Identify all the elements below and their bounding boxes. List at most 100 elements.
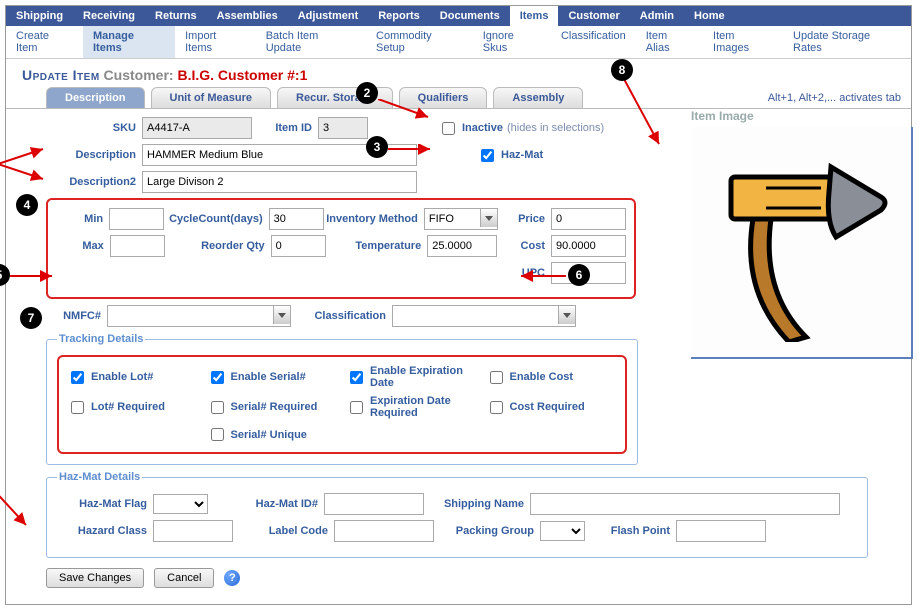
cost-input[interactable] xyxy=(551,235,626,257)
tracking-details-fieldset: Tracking Details Enable Lot# Enable Seri… xyxy=(46,333,638,465)
tab-unit-of-measure[interactable]: Unit of Measure xyxy=(151,87,272,108)
callout-2: 2 xyxy=(356,82,378,104)
subnav-item-images[interactable]: Item Images xyxy=(703,26,783,58)
topnav-adjustment[interactable]: Adjustment xyxy=(288,6,369,26)
cancel-button[interactable]: Cancel xyxy=(154,568,214,588)
chevron-down-icon[interactable] xyxy=(558,306,575,324)
lot-required-checkbox[interactable]: Lot# Required xyxy=(67,395,199,419)
subnav-update-storage-rates[interactable]: Update Storage Rates xyxy=(783,26,911,58)
topnav-documents[interactable]: Documents xyxy=(430,6,510,26)
top-nav: ShippingReceivingReturnsAssembliesAdjust… xyxy=(6,6,911,26)
hazmat-packing-label: Packing Group xyxy=(434,525,540,537)
hazmat-checkbox-input[interactable] xyxy=(481,149,494,162)
chevron-down-icon[interactable] xyxy=(480,209,497,227)
hazmat-details-fieldset: Haz-Mat Details Haz-Mat Flag Haz-Mat ID#… xyxy=(46,471,868,558)
subnav-classification[interactable]: Classification xyxy=(551,26,636,58)
callout-4: 4 xyxy=(16,194,38,216)
description2-label: Description2 xyxy=(46,176,142,188)
serial-required-checkbox[interactable]: Serial# Required xyxy=(207,395,339,419)
topnav-reports[interactable]: Reports xyxy=(368,6,430,26)
hazmat-flag-select[interactable] xyxy=(153,494,208,514)
nmfc-input[interactable] xyxy=(107,305,291,327)
topnav-returns[interactable]: Returns xyxy=(145,6,207,26)
topnav-admin[interactable]: Admin xyxy=(630,6,684,26)
page-title-main: Update Item xyxy=(22,67,100,83)
hazmat-id-input[interactable] xyxy=(324,493,424,515)
nmfc-dropdown[interactable] xyxy=(107,305,291,327)
topnav-home[interactable]: Home xyxy=(684,6,735,26)
itemid-input[interactable] xyxy=(318,117,368,139)
callout-5: 5 xyxy=(0,264,10,286)
item-image-slot[interactable] xyxy=(691,127,913,359)
item-image-title: Item Image xyxy=(691,109,911,123)
subnav-commodity-setup[interactable]: Commodity Setup xyxy=(366,26,473,58)
callout-8: 8 xyxy=(611,59,633,81)
enable-lot-checkbox[interactable]: Enable Lot# xyxy=(67,365,199,389)
classification-dropdown[interactable] xyxy=(392,305,576,327)
tab-bar: DescriptionUnit of MeasureRecur. Storage… xyxy=(6,87,911,109)
hazmat-class-input[interactable] xyxy=(153,520,233,542)
inv-method-label: Inventory Method xyxy=(324,213,424,225)
page-title-customer-label: Customer: xyxy=(104,67,174,83)
classification-label: Classification xyxy=(291,310,392,322)
sku-label: SKU xyxy=(46,122,142,134)
cost-required-checkbox[interactable]: Cost Required xyxy=(486,395,618,419)
min-input[interactable] xyxy=(109,208,164,230)
topnav-customer[interactable]: Customer xyxy=(558,6,629,26)
tracking-legend: Tracking Details xyxy=(57,333,145,345)
callout-6: 6 xyxy=(568,264,590,286)
hazmat-packing-select[interactable] xyxy=(540,521,585,541)
temp-input[interactable] xyxy=(427,235,497,257)
max-label: Max xyxy=(56,240,110,252)
tab-assembly[interactable]: Assembly xyxy=(493,87,583,108)
hazmat-ship-label: Shipping Name xyxy=(424,498,530,510)
inactive-checkbox[interactable]: Inactive (hides in selections) xyxy=(438,119,604,138)
serial-unique-checkbox[interactable]: Serial# Unique xyxy=(207,425,339,444)
subnav-manage-items[interactable]: Manage Items xyxy=(83,26,175,58)
classification-input[interactable] xyxy=(392,305,576,327)
enable-expiration-checkbox[interactable]: Enable Expiration Date xyxy=(346,365,478,389)
max-input[interactable] xyxy=(110,235,165,257)
subnav-batch-item-update[interactable]: Batch Item Update xyxy=(256,26,366,58)
tab-hint: Alt+1, Alt+2,... activates tab xyxy=(758,88,911,108)
enable-serial-checkbox[interactable]: Enable Serial# xyxy=(207,365,339,389)
description2-input[interactable] xyxy=(142,171,417,193)
expiration-required-checkbox[interactable]: Expiration Date Required xyxy=(346,395,478,419)
reorder-label: Reorder Qty xyxy=(165,240,271,252)
help-icon[interactable]: ? xyxy=(224,570,240,586)
hazmat-ship-input[interactable] xyxy=(530,493,840,515)
inactive-checkbox-input[interactable] xyxy=(442,122,455,135)
hazmat-checkbox[interactable]: Haz-Mat xyxy=(477,146,543,165)
nmfc-label: NMFC# xyxy=(46,310,107,322)
topnav-shipping[interactable]: Shipping xyxy=(6,6,73,26)
subnav-create-item[interactable]: Create Item xyxy=(6,26,83,58)
hazmat-flag-label: Haz-Mat Flag xyxy=(57,498,153,510)
callout-3: 3 xyxy=(366,136,388,158)
page-title-customer: B.I.G. Customer #:1 xyxy=(177,67,307,83)
sku-input[interactable] xyxy=(142,117,252,139)
reorder-input[interactable] xyxy=(271,235,326,257)
topnav-items[interactable]: Items xyxy=(510,6,559,26)
subnav-import-items[interactable]: Import Items xyxy=(175,26,256,58)
inv-method-dropdown[interactable] xyxy=(424,208,498,230)
cyclecount-input[interactable] xyxy=(269,208,324,230)
subnav-ignore-skus[interactable]: Ignore Skus xyxy=(473,26,551,58)
sub-nav: Create ItemManage ItemsImport ItemsBatch… xyxy=(6,26,911,59)
hazmat-flash-input[interactable] xyxy=(676,520,766,542)
enable-cost-checkbox[interactable]: Enable Cost xyxy=(486,365,618,389)
hazmat-labelcode-input[interactable] xyxy=(334,520,434,542)
hazmat-id-label: Haz-Mat ID# xyxy=(208,498,324,510)
page-title: Update Item Customer: B.I.G. Customer #:… xyxy=(6,59,911,87)
tab-description[interactable]: Description xyxy=(46,87,145,108)
save-button[interactable]: Save Changes xyxy=(46,568,144,588)
itemid-label: Item ID xyxy=(252,122,318,134)
chevron-down-icon[interactable] xyxy=(273,306,290,324)
temp-label: Temperature xyxy=(326,240,428,252)
hazmat-label: Haz-Mat xyxy=(501,149,543,161)
subnav-item-alias[interactable]: Item Alias xyxy=(636,26,703,58)
topnav-receiving[interactable]: Receiving xyxy=(73,6,145,26)
tab-body: 1 2 3 4 5 6 7 8 9 SKU Item ID Inactive (… xyxy=(6,109,911,604)
price-input[interactable] xyxy=(551,208,626,230)
tab-qualifiers[interactable]: Qualifiers xyxy=(399,87,488,108)
topnav-assemblies[interactable]: Assemblies xyxy=(207,6,288,26)
